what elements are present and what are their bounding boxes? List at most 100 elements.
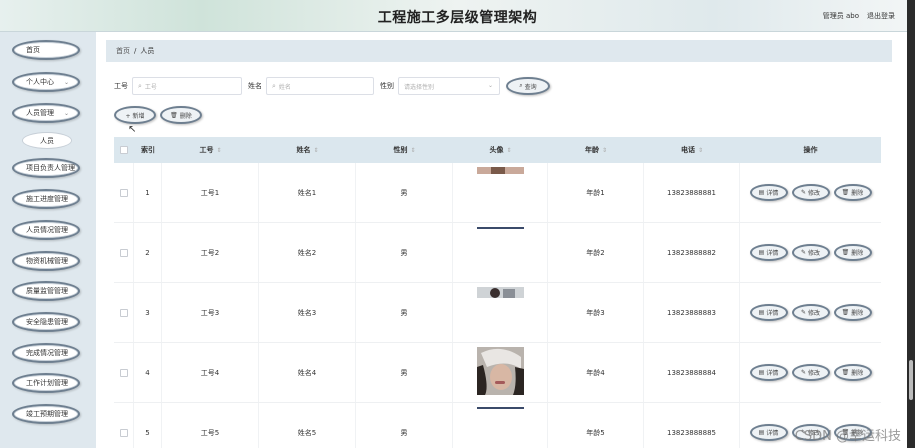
cell-age: 年龄5 <box>586 428 605 437</box>
sort-icon[interactable]: ⇕ <box>506 147 511 154</box>
detail-button[interactable]: ▤ 详情 <box>749 424 788 441</box>
window-edge <box>907 0 915 448</box>
detail-button-label: 详情 <box>766 310 779 317</box>
gender-select[interactable]: 请选择性别 ⌄ <box>398 77 500 95</box>
sort-icon[interactable]: ⇕ <box>602 147 607 154</box>
toolbar: + 新增 🗑 删除 <box>114 106 202 124</box>
add-button[interactable]: + 新增 <box>114 106 156 124</box>
sort-icon[interactable]: ⇕ <box>698 147 703 154</box>
employee-no-input[interactable]: ⌕ 工号 <box>132 77 242 95</box>
chevron-down-icon: ⌄ <box>487 82 493 89</box>
sidebar-item[interactable]: 工作计划管理 <box>12 373 80 393</box>
sidebar-item-label: 安全隐患管理 <box>26 318 68 326</box>
row-delete-button[interactable]: 🗑 删除 <box>833 364 872 381</box>
cell-gender: 男 <box>400 248 408 257</box>
cell-index: 4 <box>145 368 150 377</box>
col-employee-no[interactable]: 工号 <box>199 145 213 155</box>
sidebar-item[interactable]: 施工进度管理 <box>12 189 80 209</box>
row-delete-button-label: 删除 <box>851 250 864 257</box>
document-icon: ▤ <box>758 249 765 256</box>
breadcrumb-separator: / <box>134 47 137 55</box>
logout-link[interactable]: 退出登录 <box>867 11 895 21</box>
table-row: 1 工号1 姓名1 男年龄1 13823888881 ▤ 详情 ✎ 修改 🗑 删除 <box>114 163 881 223</box>
sidebar-item[interactable]: 安全隐患管理 <box>12 312 80 332</box>
main-content: 首页 / 人员 工号 ⌕ 工号 姓名 ⌕ 姓名 性别 请选择性别 ⌄ ⌕ 查询 … <box>96 32 907 448</box>
document-icon: ▤ <box>758 369 765 376</box>
watermark: CSDN @幸运科技 <box>794 429 901 444</box>
cell-index: 3 <box>145 308 150 317</box>
row-checkbox[interactable] <box>119 248 128 257</box>
delete-button[interactable]: 🗑 删除 <box>160 106 202 124</box>
cell-age: 年龄4 <box>586 368 605 377</box>
query-button[interactable]: ⌕ 查询 <box>506 77 550 95</box>
col-gender[interactable]: 性别 <box>393 145 407 155</box>
sidebar-item-label: 首页 <box>26 46 40 54</box>
row-delete-button-label: 删除 <box>851 310 864 317</box>
avatar-image <box>476 167 524 217</box>
sidebar-item-label: 施工进度管理 <box>26 195 68 203</box>
sidebar-item-label: 人员情况管理 <box>26 226 68 234</box>
cell-employee-no: 工号5 <box>200 428 220 437</box>
col-name[interactable]: 姓名 <box>296 145 310 155</box>
current-user: 管理员 abo <box>822 12 859 20</box>
row-delete-button[interactable]: 🗑 删除 <box>833 244 872 261</box>
name-input[interactable]: ⌕ 姓名 <box>266 77 374 95</box>
sidebar-item[interactable]: 人员 <box>22 132 72 149</box>
avatar-image <box>476 287 524 337</box>
sidebar-item[interactable]: 个人中心 ⌄ <box>12 72 80 92</box>
avatar-image <box>476 407 524 448</box>
search-icon: ⌕ <box>138 81 142 90</box>
edit-button[interactable]: ✎ 修改 <box>791 364 830 381</box>
detail-button[interactable]: ▤ 详情 <box>749 364 788 381</box>
breadcrumb-home[interactable]: 首页 <box>116 46 130 56</box>
delete-button-label: 删除 <box>179 112 192 120</box>
row-delete-button[interactable]: 🗑 删除 <box>833 304 872 321</box>
edit-button[interactable]: ✎ 修改 <box>791 304 830 321</box>
cell-phone: 13823888883 <box>667 308 716 317</box>
sidebar-item[interactable]: 首页 <box>12 40 80 60</box>
sidebar-item[interactable]: 竣工预期管理 <box>12 404 80 424</box>
search-icon: ⌕ <box>272 81 276 90</box>
scrollbar-thumb[interactable] <box>909 360 913 400</box>
row-delete-button[interactable]: 🗑 删除 <box>833 184 872 201</box>
detail-button[interactable]: ▤ 详情 <box>749 304 788 321</box>
cell-age: 年龄3 <box>586 308 605 317</box>
name-placeholder: 姓名 <box>278 83 291 91</box>
table-row: 3 工号3 姓名3 男年龄3 13823888883 ▤ 详情 ✎ 修改 🗑 删除 <box>114 283 881 343</box>
row-checkbox[interactable] <box>119 308 128 317</box>
edit-button[interactable]: ✎ 修改 <box>791 184 830 201</box>
sidebar-item[interactable]: 物资机械管理 <box>12 251 80 271</box>
row-checkbox[interactable] <box>119 428 128 437</box>
row-checkbox[interactable] <box>119 188 128 197</box>
sidebar-item[interactable]: 项目负责人管理 <box>12 158 80 178</box>
col-phone[interactable]: 电话 <box>681 145 695 155</box>
personnel-table: 索引 工号 ⇕ 姓名 ⇕ 性别 ⇕ 头像 ⇕ 年龄 ⇕ 电话 ⇕ 操作 1 工号1 姓名1 男年龄… <box>114 137 881 448</box>
sidebar-item[interactable]: 人员管理 ⌄ <box>12 103 80 123</box>
sort-icon[interactable]: ⇕ <box>410 147 415 154</box>
cell-gender: 男 <box>400 428 408 437</box>
cell-gender: 男 <box>400 188 408 197</box>
select-all-checkbox[interactable] <box>120 146 128 154</box>
search-icon: ⌕ <box>519 82 523 89</box>
sidebar-item[interactable]: 完成情况管理 <box>12 343 80 363</box>
sidebar-item[interactable]: 人员情况管理 <box>12 220 80 240</box>
mouse-cursor-icon: ↖ <box>128 124 137 135</box>
chevron-down-icon: ⌄ <box>63 110 69 117</box>
sidebar-item-label: 完成情况管理 <box>26 349 68 357</box>
cell-name: 姓名4 <box>297 368 317 377</box>
detail-button[interactable]: ▤ 详情 <box>749 244 788 261</box>
row-checkbox[interactable] <box>119 368 128 377</box>
cell-index: 5 <box>145 428 150 437</box>
detail-button[interactable]: ▤ 详情 <box>749 184 788 201</box>
sort-icon[interactable]: ⇕ <box>216 147 221 154</box>
chevron-down-icon: ⌄ <box>63 79 69 86</box>
col-avatar[interactable]: 头像 <box>489 145 503 155</box>
edit-button[interactable]: ✎ 修改 <box>791 244 830 261</box>
row-delete-button-label: 删除 <box>851 370 864 377</box>
gender-placeholder: 请选择性别 <box>404 83 435 91</box>
sort-icon[interactable]: ⇕ <box>313 147 318 154</box>
sidebar-item[interactable]: 质量监管管理 <box>12 281 80 301</box>
sidebar: 首页个人中心 ⌄ 人员管理 ⌄ 人员项目负责人管理施工进度管理 人员情况管理物资机械管理质… <box>0 32 96 448</box>
pencil-icon: ✎ <box>800 369 806 376</box>
col-age[interactable]: 年龄 <box>585 145 599 155</box>
